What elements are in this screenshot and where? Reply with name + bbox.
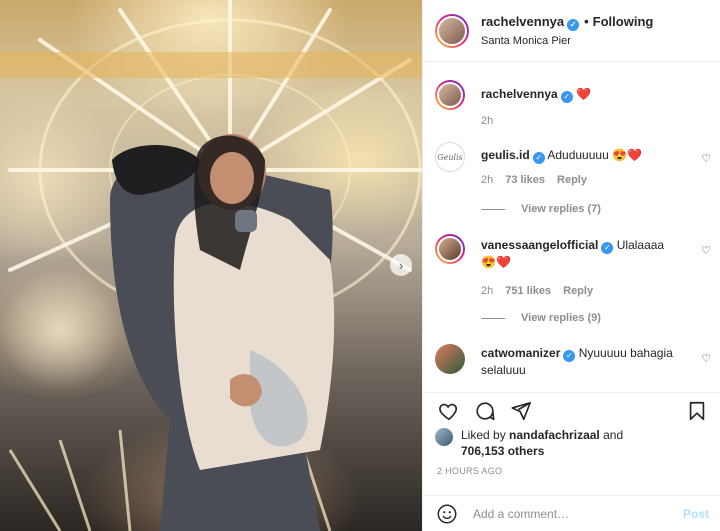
next-photo-button[interactable]: › xyxy=(390,254,412,276)
comment-icon[interactable] xyxy=(471,397,499,425)
like-comment-heart-icon[interactable]: ♡ xyxy=(701,352,711,365)
verified-badge-icon: ✓ xyxy=(563,350,576,362)
comment-item: catwomanizer ✓ Nyuuuuu bahagia selaluuu ♡ xyxy=(435,344,711,379)
like-comment-heart-icon[interactable]: ♡ xyxy=(701,152,711,165)
action-icons xyxy=(435,397,711,425)
commenter-username[interactable]: catwomanizer xyxy=(481,346,560,360)
liked-by-prefix: Liked by xyxy=(461,428,506,442)
view-replies-button[interactable]: View replies (9) xyxy=(481,312,601,324)
commenter-avatar[interactable] xyxy=(435,344,465,374)
commenter-avatar[interactable] xyxy=(435,234,465,264)
replies-divider xyxy=(481,208,505,210)
author-avatar[interactable] xyxy=(435,13,469,48)
caption-text: ❤️ xyxy=(576,87,592,101)
caption-time[interactable]: 2h xyxy=(481,113,493,130)
commenter-username[interactable]: vanessaangelofficial xyxy=(481,238,598,252)
heart-icon[interactable] xyxy=(435,397,463,425)
caption-author-avatar[interactable] xyxy=(435,80,465,110)
likes-summary: Liked by nandafachrizaal and 706,153 oth… xyxy=(435,427,711,459)
photo-scene xyxy=(0,0,422,531)
reply-button[interactable]: Reply xyxy=(563,283,593,300)
post-actions: Liked by nandafachrizaal and 706,153 oth… xyxy=(423,392,720,531)
comment-likes[interactable]: 751 likes xyxy=(505,283,551,300)
comment-input[interactable] xyxy=(473,507,683,521)
paper-plane-icon[interactable] xyxy=(507,397,535,425)
like-comment-heart-icon[interactable]: ♡ xyxy=(701,244,711,257)
post-location[interactable]: Santa Monica Pier xyxy=(481,35,653,47)
comment-likes[interactable]: 73 likes xyxy=(505,172,545,189)
author-username[interactable]: rachelvennya xyxy=(481,14,564,29)
caption-username[interactable]: rachelvennya xyxy=(481,87,558,101)
replies-divider xyxy=(481,317,505,319)
post-photo[interactable]: › xyxy=(0,0,422,531)
likes-count[interactable]: 706,153 others xyxy=(461,444,544,458)
following-button[interactable]: Following xyxy=(593,14,654,29)
comment-time[interactable]: 2h xyxy=(481,283,493,300)
verified-badge-icon: ✓ xyxy=(532,152,545,164)
verified-badge-icon: ✓ xyxy=(601,242,614,254)
commenter-avatar[interactable]: Geulis xyxy=(435,142,465,172)
comments-section: rachelvennya ✓ ❤️ 2h Geulis geulis.id ✓ Ad… xyxy=(423,62,720,392)
add-comment-bar: Post xyxy=(423,495,720,531)
verified-badge-icon: ✓ xyxy=(567,19,580,31)
view-replies-label: View replies (9) xyxy=(521,312,601,324)
liker-username[interactable]: nandafachrizaal xyxy=(509,428,600,442)
comment-time[interactable]: 2h xyxy=(481,172,493,189)
header-separator: • xyxy=(584,14,589,29)
post-side-panel: rachelvennya ✓ • Following Santa Monica Pie… xyxy=(422,0,720,531)
post-header: rachelvennya ✓ • Following Santa Monica Pie… xyxy=(423,0,720,62)
reply-button[interactable]: Reply xyxy=(557,172,587,189)
woman-figure xyxy=(173,202,335,470)
author-meta: rachelvennya ✓ • Following Santa Monica Pie… xyxy=(481,14,653,47)
comment-item: Geulis geulis.id ✓ Aduduuuuu 😍❤️ 2h 73 li… xyxy=(435,142,711,189)
caption: rachelvennya ✓ ❤️ 2h xyxy=(435,80,711,130)
view-replies-button[interactable]: View replies (7) xyxy=(481,203,601,215)
liker-avatar[interactable] xyxy=(435,428,453,446)
comment-item: vanessaangelofficial ✓ Ulalaaaa 😍❤️ 2h 75… xyxy=(435,234,711,300)
emoji-icon[interactable] xyxy=(435,502,459,526)
bookmark-icon[interactable] xyxy=(683,397,711,425)
comment-text: Aduduuuuu 😍❤️ xyxy=(547,148,642,162)
liked-by-conjunction: and xyxy=(603,428,624,442)
chevron-right-icon: › xyxy=(398,257,404,273)
post-comment-button[interactable]: Post xyxy=(683,507,709,521)
commenter-username[interactable]: geulis.id xyxy=(481,148,530,162)
instagram-post: › rachelvennya ✓ • Following Santa Monica P… xyxy=(0,0,720,531)
verified-badge-icon: ✓ xyxy=(560,91,573,103)
post-timestamp[interactable]: 2 HOURS AGO xyxy=(437,466,502,476)
view-replies-label: View replies (7) xyxy=(521,203,601,215)
